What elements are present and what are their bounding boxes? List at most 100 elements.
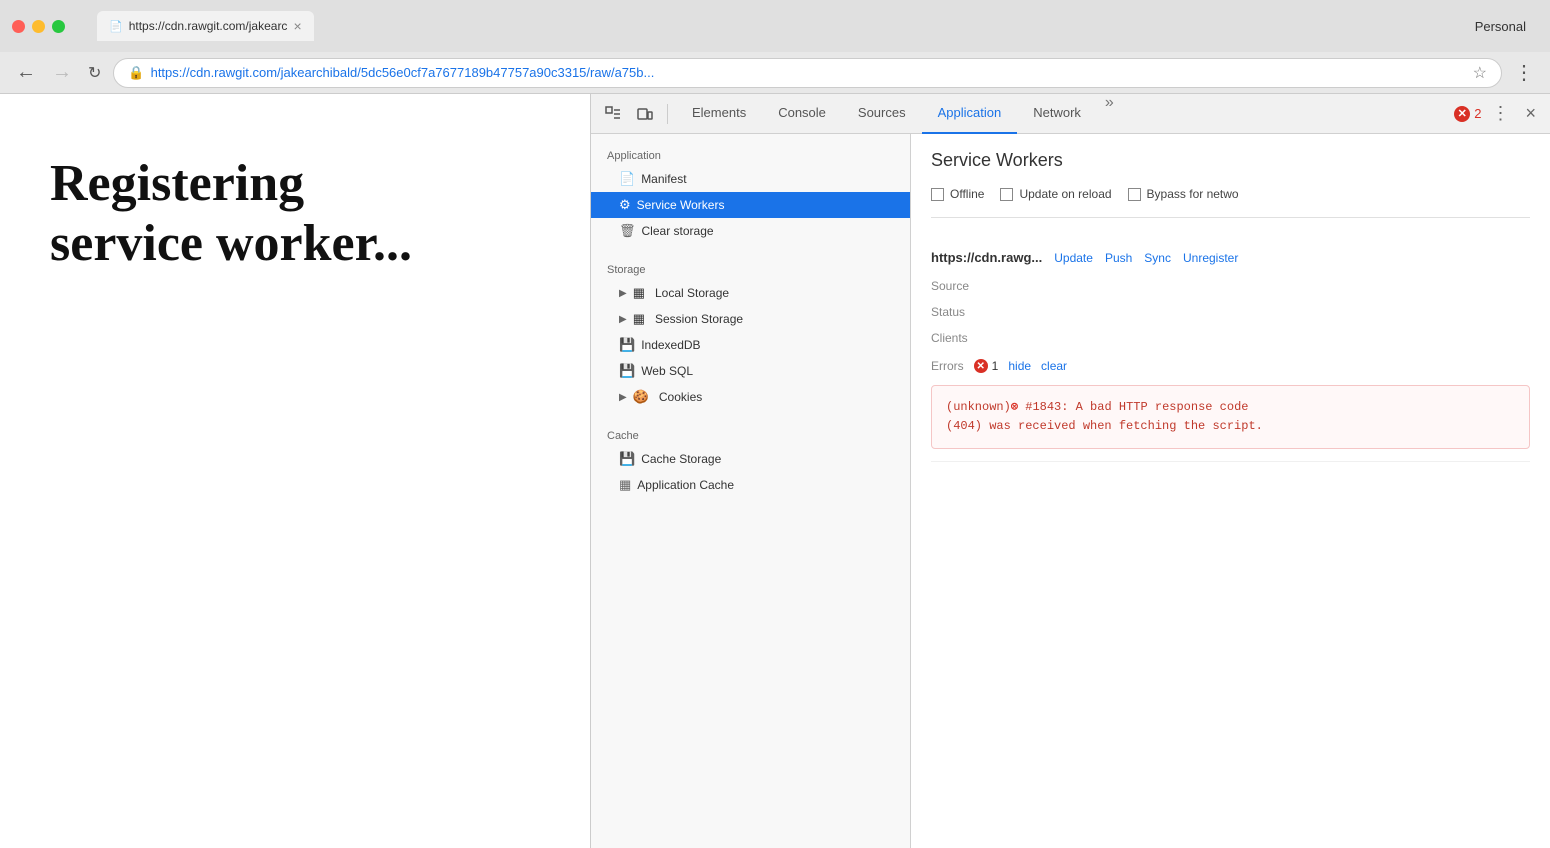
page-content: Registering service worker...: [0, 94, 590, 848]
sidebar-item-cookies[interactable]: ▶ 🍪 Cookies: [591, 384, 910, 410]
sw-errors-row: Errors ✕ 1 hide clear: [931, 359, 1530, 373]
cache-storage-icon: 💾: [619, 451, 635, 467]
title-bar: 📄 https://cdn.rawgit.com/jakearc × Perso…: [0, 0, 1550, 52]
error-count: 2: [1474, 106, 1481, 121]
update-on-reload-label: Update on reload: [1019, 187, 1111, 201]
error-line-1: (unknown)⊗ #1843: A bad HTTP response co…: [946, 400, 1248, 414]
bypass-for-network-checkbox-label[interactable]: Bypass for netwo: [1128, 187, 1239, 201]
tab-console[interactable]: Console: [762, 94, 842, 134]
browser-tab[interactable]: 📄 https://cdn.rawgit.com/jakearc ×: [97, 11, 314, 41]
sw-unregister-link[interactable]: Unregister: [1183, 251, 1238, 265]
errors-count-display: ✕ 1: [974, 359, 999, 373]
devtools-toolbar: Elements Console Sources Application Net…: [591, 94, 1550, 134]
session-storage-label: Session Storage: [655, 312, 743, 326]
source-value: [1011, 277, 1530, 295]
sw-url: https://cdn.rawg...: [931, 250, 1042, 265]
tab-page-icon: 📄: [109, 20, 123, 33]
sidebar-item-indexeddb[interactable]: 💾 IndexedDB: [591, 332, 910, 358]
maximize-traffic-light[interactable]: [52, 20, 65, 33]
nav-bar: ← → ↻ 🔒 https://cdn.rawgit.com/jakearchi…: [0, 52, 1550, 94]
tab-sources[interactable]: Sources: [842, 94, 922, 134]
web-sql-label: Web SQL: [641, 364, 693, 378]
service-workers-label: Service Workers: [637, 198, 725, 212]
indexeddb-label: IndexedDB: [641, 338, 700, 352]
error-message-box: (unknown)⊗ #1843: A bad HTTP response co…: [931, 385, 1530, 449]
sw-url-row: https://cdn.rawg... Update Push Sync Unr…: [931, 250, 1530, 265]
clear-storage-icon: 🗑: [619, 223, 636, 239]
main-area: Registering service worker...: [0, 94, 1550, 848]
sw-checkboxes: Offline Update on reload Bypass for netw…: [931, 187, 1530, 218]
session-storage-grid-icon: ▦: [633, 311, 645, 327]
update-on-reload-checkbox-label[interactable]: Update on reload: [1000, 187, 1111, 201]
local-storage-grid-icon: ▦: [633, 285, 645, 301]
reload-button[interactable]: ↻: [84, 59, 105, 87]
error-line-2: (404) was received when fetching the scr…: [946, 419, 1263, 433]
cookies-label: Cookies: [659, 390, 702, 404]
new-tab-button[interactable]: [326, 11, 356, 41]
application-cache-icon: ▦: [619, 477, 631, 493]
clients-value: [1011, 329, 1530, 347]
error-badge[interactable]: ✕ 2: [1454, 106, 1481, 122]
status-label: Status: [931, 303, 1011, 321]
sidebar-item-cache-storage[interactable]: 💾 Cache Storage: [591, 446, 910, 472]
tab-network[interactable]: Network: [1017, 94, 1097, 134]
tab-application[interactable]: Application: [922, 94, 1018, 134]
section-header-application: Application: [591, 142, 910, 166]
offline-checkbox-label[interactable]: Offline: [931, 187, 984, 201]
devtools-body: Application 📄 Manifest ⚙ Service Workers…: [591, 134, 1550, 848]
page-heading: Registering service worker...: [50, 154, 412, 274]
sw-info-grid: Source Status Clients: [931, 277, 1530, 347]
sidebar-item-web-sql[interactable]: 💾 Web SQL: [591, 358, 910, 384]
sidebar-item-clear-storage[interactable]: 🗑 Clear storage: [591, 218, 910, 244]
devtools-left-panel: Application 📄 Manifest ⚙ Service Workers…: [591, 134, 911, 848]
personal-label: Personal: [1475, 19, 1526, 34]
bookmark-star-icon[interactable]: ☆: [1473, 63, 1487, 83]
sw-sync-link[interactable]: Sync: [1144, 251, 1171, 265]
sidebar-item-local-storage[interactable]: ▶ ▦ Local Storage: [591, 280, 910, 306]
clear-errors-link[interactable]: clear: [1041, 359, 1067, 373]
sw-update-link[interactable]: Update: [1054, 251, 1093, 265]
sidebar-item-service-workers[interactable]: ⚙ Service Workers: [591, 192, 910, 218]
address-bar[interactable]: 🔒 https://cdn.rawgit.com/jakearchibald/5…: [113, 58, 1502, 88]
sw-push-link[interactable]: Push: [1105, 251, 1132, 265]
update-on-reload-checkbox[interactable]: [1000, 188, 1013, 201]
panel-title: Service Workers: [931, 150, 1530, 171]
cookies-dot-icon: 🍪: [633, 389, 649, 405]
browser-window: 📄 https://cdn.rawgit.com/jakearc × Perso…: [0, 0, 1550, 848]
close-traffic-light[interactable]: [12, 20, 25, 33]
devtools-close-button[interactable]: ×: [1519, 99, 1542, 128]
devtools-panel: Elements Console Sources Application Net…: [590, 94, 1550, 848]
tab-title: https://cdn.rawgit.com/jakearc: [129, 19, 288, 33]
cookies-arrow-icon: ▶: [619, 392, 627, 403]
bypass-for-network-checkbox[interactable]: [1128, 188, 1141, 201]
tab-close-button[interactable]: ×: [293, 18, 301, 34]
status-value: [1011, 303, 1530, 321]
hide-errors-link[interactable]: hide: [1008, 359, 1031, 373]
browser-menu-button[interactable]: ⋮: [1510, 56, 1538, 89]
more-tabs-button[interactable]: »: [1097, 94, 1122, 134]
sw-entry: https://cdn.rawg... Update Push Sync Unr…: [931, 238, 1530, 462]
back-button[interactable]: ←: [12, 57, 40, 88]
inspect-element-button[interactable]: [599, 102, 627, 126]
clients-label: Clients: [931, 329, 1011, 347]
url-display: https://cdn.rawgit.com/jakearchibald/5dc…: [151, 65, 1467, 80]
sidebar-item-manifest[interactable]: 📄 Manifest: [591, 166, 910, 192]
forward-button[interactable]: →: [48, 57, 76, 88]
offline-checkbox[interactable]: [931, 188, 944, 201]
web-sql-icon: 💾: [619, 363, 635, 379]
device-toolbar-button[interactable]: [631, 102, 659, 126]
minimize-traffic-light[interactable]: [32, 20, 45, 33]
devtools-more-button[interactable]: ⋮: [1485, 99, 1515, 128]
clear-storage-label: Clear storage: [642, 224, 714, 238]
service-workers-icon: ⚙: [619, 197, 631, 213]
devtools-right-panel: Service Workers Offline Update on reload: [911, 134, 1550, 848]
manifest-label: Manifest: [641, 172, 686, 186]
local-storage-label: Local Storage: [655, 286, 729, 300]
errors-count-value: 1: [992, 359, 999, 373]
manifest-icon: 📄: [619, 171, 635, 187]
section-header-cache: Cache: [591, 422, 910, 446]
traffic-lights: [12, 20, 65, 33]
tab-elements[interactable]: Elements: [676, 94, 762, 134]
sidebar-item-application-cache[interactable]: ▦ Application Cache: [591, 472, 910, 498]
sidebar-item-session-storage[interactable]: ▶ ▦ Session Storage: [591, 306, 910, 332]
